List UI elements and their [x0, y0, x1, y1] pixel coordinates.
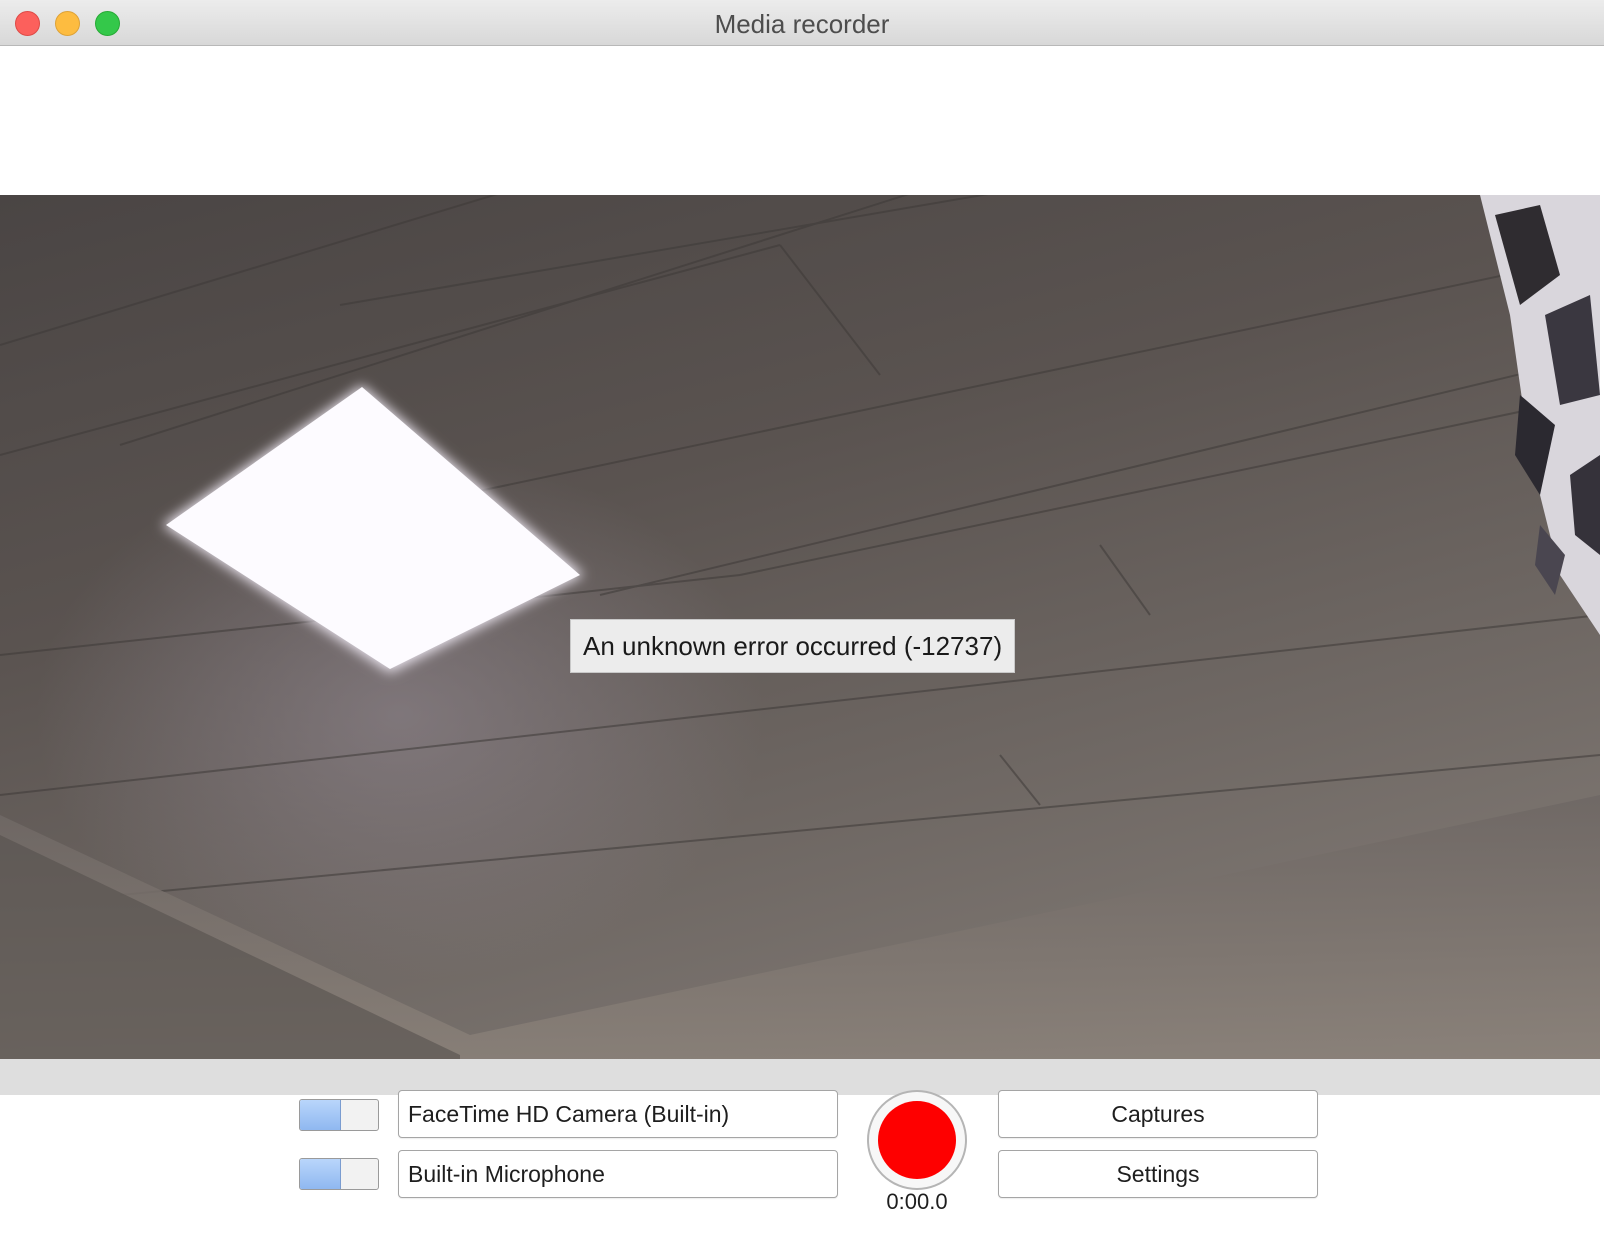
camera-toggle-on-segment: [300, 1100, 341, 1130]
ceiling-light: [166, 387, 580, 669]
error-message: An unknown error occurred (-12737): [570, 619, 1016, 673]
microphone-toggle[interactable]: [299, 1158, 379, 1190]
captures-button[interactable]: Captures: [998, 1090, 1318, 1138]
microphone-device-field[interactable]: Built-in Microphone: [398, 1150, 838, 1198]
microphone-toggle-on-segment: [300, 1159, 341, 1189]
media-recorder-window: Media recorder An unknown error occurred…: [0, 0, 1604, 1242]
window-title: Media recorder: [714, 9, 890, 39]
camera-toggle[interactable]: [299, 1099, 379, 1131]
settings-button[interactable]: Settings: [998, 1150, 1318, 1198]
title-bar[interactable]: Media recorder: [0, 0, 1604, 46]
recording-timer: 0:00.0: [886, 1189, 948, 1214]
record-button[interactable]: [867, 1090, 967, 1190]
fabric-edge: [1480, 195, 1600, 635]
record-icon: [878, 1101, 956, 1179]
camera-device-field[interactable]: FaceTime HD Camera (Built-in): [398, 1090, 838, 1138]
